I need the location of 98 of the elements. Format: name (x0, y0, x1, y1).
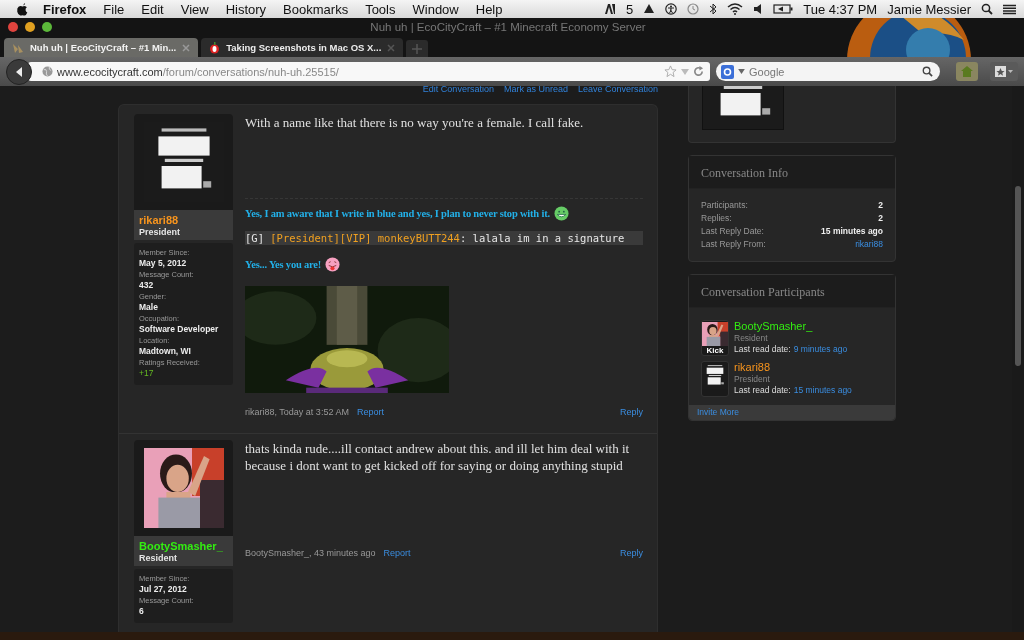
bookmarks-button[interactable] (990, 62, 1018, 81)
app-menu[interactable]: Firefox (29, 1, 95, 17)
menu-item[interactable]: View (172, 1, 218, 17)
globe-icon (42, 66, 53, 77)
status-app-icon[interactable] (604, 3, 616, 15)
username-link[interactable]: BootySmasher_ (139, 540, 228, 552)
tongue-smiley-icon (325, 257, 341, 272)
chat-text: [President][VIP] monkeyBUTT244 (270, 232, 460, 244)
stat-value: 6 (139, 606, 145, 617)
reload-icon[interactable] (693, 66, 704, 77)
speaker-icon[interactable] (753, 3, 764, 15)
stat-value: Male (139, 302, 159, 313)
triangle-icon[interactable] (643, 3, 656, 15)
username-link[interactable]: BootySmasher_ (734, 320, 848, 333)
card-title: Conversation Participants (701, 285, 825, 299)
read-date-link[interactable]: 9 minutes ago (793, 344, 848, 355)
read-date-label: Last read date: (734, 385, 791, 396)
bluetooth-icon[interactable] (709, 3, 718, 15)
report-link[interactable]: Report (356, 407, 384, 417)
menu-item[interactable]: Window (404, 1, 468, 17)
back-button[interactable] (6, 58, 32, 85)
user-title: Resident (734, 333, 769, 344)
window-title: Nuh uh | EcoCityCraft – #1 Minecraft Economy Server (369, 21, 647, 33)
search-input[interactable]: Google (749, 65, 918, 78)
read-date-link[interactable]: 15 minutes ago (793, 385, 852, 396)
user-title: President (734, 374, 771, 385)
avatar-frame[interactable]: Kick (701, 320, 729, 356)
house-icon (961, 66, 973, 77)
star-icon[interactable] (664, 65, 677, 78)
scrollbar-thumb[interactable] (1015, 186, 1021, 366)
menu-item[interactable]: Help (467, 1, 511, 17)
tab-favicon (12, 41, 24, 54)
info-label: Replies: (701, 212, 732, 225)
reply-link[interactable]: Reply (620, 407, 643, 417)
menu-item[interactable]: Edit (132, 1, 173, 17)
search-icon[interactable] (981, 3, 993, 15)
zoom-button[interactable] (42, 22, 52, 32)
stat-value: Jul 27, 2012 (139, 584, 188, 595)
signature-text: Yes, I am aware that I write in blue and yes, I plan to never stop with it. (245, 208, 550, 219)
info-label: Last Reply Date: (701, 225, 764, 238)
username-link[interactable]: rikari88 (734, 361, 852, 374)
search-icon[interactable] (922, 66, 933, 77)
list-icon[interactable] (1003, 3, 1016, 15)
user-title: President (139, 227, 181, 237)
menu-item[interactable]: Bookmarks (274, 1, 357, 17)
stat-value: Madtown, WI (139, 346, 192, 357)
search-field[interactable]: Google (716, 62, 940, 81)
wifi-icon[interactable] (727, 3, 744, 15)
avatar-caption: Kick (706, 346, 724, 355)
conversation-action-link[interactable]: Edit Conversation (422, 86, 494, 92)
menu-item[interactable]: File (94, 1, 133, 17)
user-link[interactable]: rikari88 (855, 238, 883, 251)
stat-value: +17 (139, 368, 155, 379)
grinning-smiley-icon (553, 206, 569, 221)
menu-item[interactable]: History (217, 1, 275, 17)
chat-text: [G] (245, 232, 265, 244)
card-title: Conversation Info (701, 166, 788, 180)
conversation-action-link[interactable]: Leave Conversation (577, 86, 658, 92)
apple-favicon (209, 41, 221, 54)
user-title: Resident (139, 553, 178, 563)
user-name[interactable]: Jamie Messier (887, 1, 971, 17)
info-value: 2 (878, 212, 883, 225)
post-meta: rikari88, Today at 3:52 AM (245, 407, 349, 417)
message-text: With a name like that there is no way you're a female. I call fake. (245, 114, 585, 131)
menubar-clock[interactable]: Tue 4:37 PM (803, 1, 878, 17)
message-text: thats kinda rude....ill contact andrew about this. and ill let him deal with it because i dont want to get kicked off for saying or doing anything stupid (245, 440, 631, 474)
apple-logo-icon[interactable] (16, 2, 29, 16)
browser-tab[interactable]: Nuh uh | EcoCityCraft – #1 Min... (4, 38, 199, 57)
info-value: 2 (878, 199, 883, 212)
close-button[interactable] (8, 22, 18, 32)
menu-item[interactable]: Tools (356, 1, 404, 17)
stat-value: 432 (139, 280, 155, 291)
stat-value: May 5, 2012 (139, 258, 188, 269)
info-label: Last Reply From: (701, 238, 766, 251)
reply-link[interactable]: Reply (620, 548, 643, 558)
address-field[interactable]: www.ecocitycraft.com/forum/conversations/nuh-uh.25515/ (28, 62, 710, 81)
dropdown-caret-icon[interactable] (738, 69, 745, 74)
minimize-button[interactable] (25, 22, 35, 32)
signature-text: Yes... Yes you are! (245, 259, 322, 270)
clock-icon[interactable] (687, 3, 700, 15)
read-date-label: Last read date: (734, 344, 791, 355)
info-label: Participants: (701, 199, 748, 212)
conversation-action-link[interactable]: Mark as Unread (503, 86, 568, 92)
chat-text: : lalala im in a signature (459, 232, 625, 244)
report-link[interactable]: Report (383, 548, 411, 558)
stat-value: Software Developer (139, 324, 220, 335)
avatar-frame[interactable] (701, 361, 729, 397)
back-arrow-icon (14, 65, 24, 78)
plus-icon (412, 43, 423, 54)
username-link[interactable]: rikari88 (139, 214, 228, 226)
post-meta: BootySmasher_, 43 minutes ago (245, 548, 376, 558)
info-value: 15 minutes ago (821, 225, 883, 238)
status-count: 5 (626, 1, 634, 17)
search-engine-icon[interactable] (721, 64, 734, 79)
battery-icon[interactable] (773, 3, 794, 15)
browser-tab[interactable]: Taking Screenshots in Mac OS X... (201, 38, 404, 57)
star-icon (995, 66, 1013, 77)
accessibility-icon[interactable] (665, 3, 678, 15)
